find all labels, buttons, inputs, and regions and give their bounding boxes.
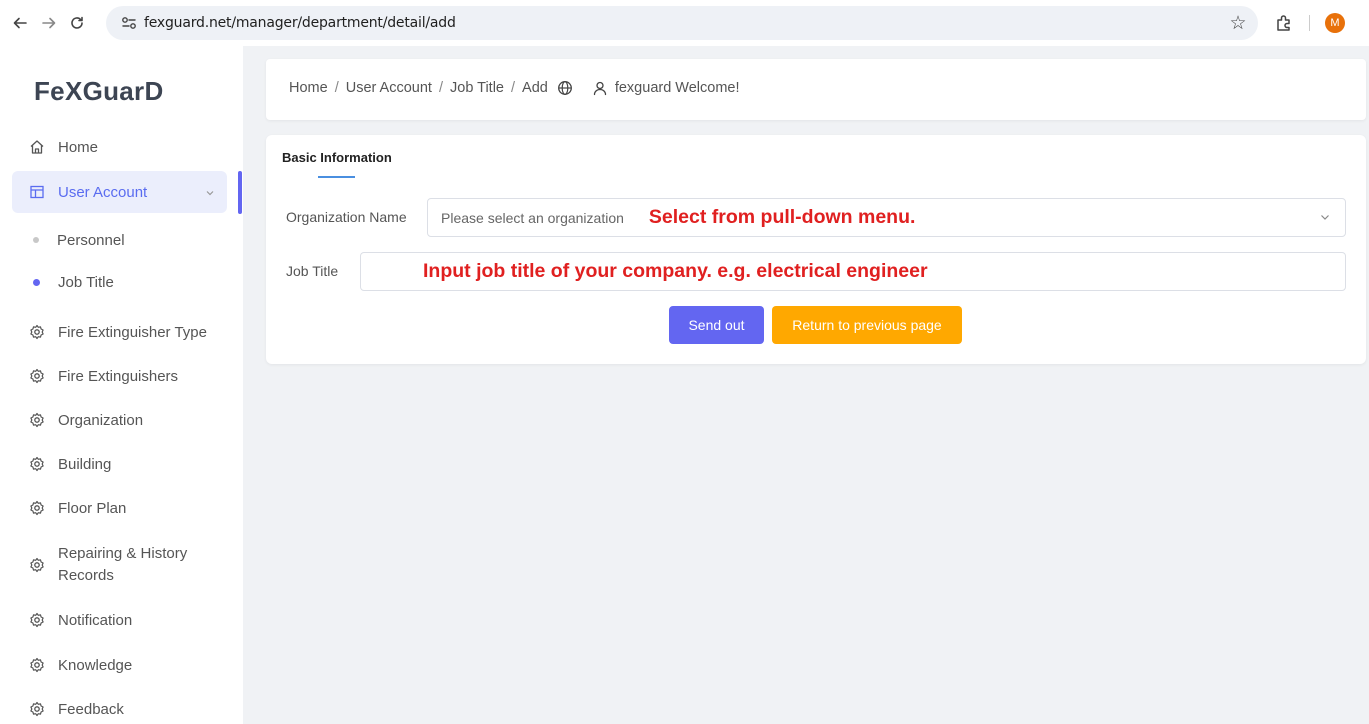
profile-avatar[interactable]: M xyxy=(1325,13,1345,33)
organization-select-placeholder: Please select an organization xyxy=(441,209,624,226)
app-logo[interactable]: FeXGuarD xyxy=(34,76,164,107)
sidebar-item-user-account[interactable]: User Account xyxy=(12,171,227,213)
sidebar-item-label: Home xyxy=(58,138,99,156)
gear-icon xyxy=(27,324,47,340)
gear-icon xyxy=(27,412,47,428)
url-text: fexguard.net/manager/department/detail/a… xyxy=(144,15,456,31)
header-bar: Home / User Account / Job Title / Add fe… xyxy=(266,59,1366,120)
sidebar-item-label-line2: Records xyxy=(58,567,114,584)
sidebar-item-label: Fire Extinguishers xyxy=(58,367,179,385)
breadcrumb-home[interactable]: Home xyxy=(289,80,328,96)
bullet-icon xyxy=(33,237,39,243)
gear-icon xyxy=(27,368,47,384)
organization-select[interactable]: Please select an organization Select fro… xyxy=(427,198,1346,237)
organization-annotation: Select from pull-down menu. xyxy=(648,206,916,228)
gear-icon xyxy=(27,612,47,628)
sidebar-item-knowledge[interactable]: Knowledge xyxy=(12,652,227,678)
sidebar-item-label: Job Title xyxy=(58,273,114,291)
bullet-icon xyxy=(33,278,40,286)
address-bar[interactable]: fexguard.net/manager/department/detail/a… xyxy=(106,6,1258,40)
sidebar-item-personnel[interactable]: Personnel xyxy=(12,228,227,252)
sidebar-item-label: Feedback xyxy=(58,700,124,718)
organization-name-label: Organization Name xyxy=(286,209,407,225)
sidebar-item-label: User Account xyxy=(58,183,148,201)
welcome-text[interactable]: fexguard Welcome! xyxy=(615,80,740,96)
gear-icon xyxy=(27,557,47,573)
gear-icon xyxy=(27,657,47,673)
sidebar-item-feedback[interactable]: Feedback xyxy=(12,696,227,722)
form-card: Basic Information Organization Name Plea… xyxy=(266,135,1366,364)
chevron-down-icon xyxy=(205,185,215,202)
sidebar-item-label: Floor Plan xyxy=(58,499,127,517)
sidebar-item-label: Building xyxy=(58,455,112,473)
return-previous-page-button[interactable]: Return to previous page xyxy=(772,306,962,344)
breadcrumb-separator: / xyxy=(438,80,443,96)
browser-toolbar: fexguard.net/manager/department/detail/a… xyxy=(0,0,1369,46)
breadcrumb-job-title[interactable]: Job Title xyxy=(450,80,504,96)
sidebar-item-fire-extinguisher-type[interactable]: Fire Extinguisher Type xyxy=(12,319,227,345)
send-out-button[interactable]: Send out xyxy=(669,306,764,344)
breadcrumb-user-account[interactable]: User Account xyxy=(346,80,432,96)
sidebar-item-organization[interactable]: Organization xyxy=(12,407,227,433)
gear-icon xyxy=(27,500,47,516)
breadcrumb: Home / User Account / Job Title / Add fe… xyxy=(289,80,740,96)
active-indicator xyxy=(238,171,242,214)
globe-icon[interactable] xyxy=(557,80,573,96)
layout-icon xyxy=(27,184,47,200)
sidebar-item-floor-plan[interactable]: Floor Plan xyxy=(12,495,227,521)
sidebar-item-building[interactable]: Building xyxy=(12,451,227,477)
section-title-underline xyxy=(318,176,355,178)
sidebar-item-home[interactable]: Home xyxy=(12,134,227,160)
sidebar-item-label: Personnel xyxy=(57,231,125,249)
gear-icon xyxy=(27,701,47,717)
reload-icon[interactable] xyxy=(63,9,91,37)
sidebar-item-notification[interactable]: Notification xyxy=(12,607,227,633)
job-title-input[interactable]: Input job title of your company. e.g. el… xyxy=(360,252,1346,291)
home-icon xyxy=(27,139,47,155)
breadcrumb-separator: / xyxy=(334,80,339,96)
sidebar-item-repairing-history[interactable]: Repairing & History Records xyxy=(12,542,227,588)
sidebar-item-label: Repairing & History xyxy=(58,545,188,562)
toolbar-divider xyxy=(1309,15,1310,31)
sidebar-item-label: Organization xyxy=(58,411,144,429)
sidebar-item-fire-extinguishers[interactable]: Fire Extinguishers xyxy=(12,363,227,389)
job-title-annotation: Input job title of your company. e.g. el… xyxy=(423,260,928,282)
sidebar-item-label: Knowledge xyxy=(58,656,133,674)
sidebar-item-label: Fire Extinguisher Type xyxy=(58,323,207,341)
sidebar: FeXGuarD Home User Account Personnel Job… xyxy=(0,46,243,724)
sidebar-item-label-group: Repairing & History Records xyxy=(58,543,187,587)
user-icon xyxy=(592,80,608,96)
sidebar-item-label: Notification xyxy=(58,611,133,629)
job-title-label: Job Title xyxy=(286,263,339,279)
breadcrumb-separator: / xyxy=(511,80,516,96)
site-settings-icon[interactable] xyxy=(114,16,144,30)
chevron-down-icon xyxy=(1319,211,1331,223)
section-title: Basic Information xyxy=(282,150,392,165)
back-icon[interactable] xyxy=(6,9,34,37)
bookmark-star-icon[interactable]: ☆ xyxy=(1224,9,1252,37)
forward-icon[interactable] xyxy=(35,9,63,37)
sidebar-item-job-title[interactable]: Job Title xyxy=(12,270,227,294)
extensions-icon[interactable] xyxy=(1270,9,1298,37)
breadcrumb-add: Add xyxy=(522,80,548,96)
gear-icon xyxy=(27,456,47,472)
